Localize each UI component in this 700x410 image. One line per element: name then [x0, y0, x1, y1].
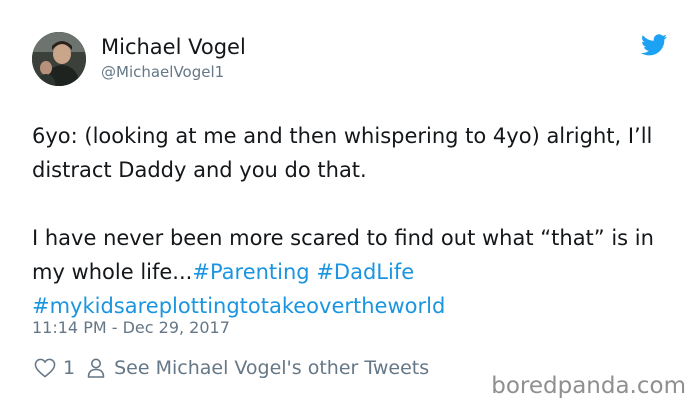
- hashtag-parenting[interactable]: #Parenting: [192, 260, 309, 284]
- other-tweets-link[interactable]: See Michael Vogel's other Tweets: [87, 355, 429, 381]
- avatar-photo: [32, 32, 86, 86]
- like-count: 1: [63, 357, 76, 379]
- other-tweets-label: See Michael Vogel's other Tweets: [114, 357, 430, 379]
- user-name[interactable]: Michael Vogel: [101, 33, 246, 61]
- tweet-line-1: 6yo: (looking at me and then whispering …: [32, 124, 653, 182]
- hashtag-dadlife[interactable]: #DadLife: [316, 260, 414, 284]
- tweet-actions: 1 See Michael Vogel's other Tweets: [34, 355, 429, 381]
- like-button[interactable]: 1: [34, 355, 75, 381]
- twitter-bird-icon[interactable]: [641, 34, 667, 56]
- avatar[interactable]: [32, 32, 86, 86]
- watermark: boredpanda.com: [491, 373, 686, 399]
- tweet-line-2: I have never been more scared to find ou…: [32, 221, 682, 323]
- heart-icon: [34, 358, 56, 378]
- tweet-timestamp[interactable]: 11:14 PM - Dec 29, 2017: [32, 316, 230, 340]
- person-icon: [87, 358, 105, 378]
- user-handle[interactable]: @MichaelVogel1: [101, 62, 224, 82]
- tweet-text: 6yo: (looking at me and then whispering …: [32, 119, 682, 323]
- hashtag-mykidsareplottingtotakeovertheworld[interactable]: #mykidsareplottingtotakeovertheworld: [32, 294, 445, 318]
